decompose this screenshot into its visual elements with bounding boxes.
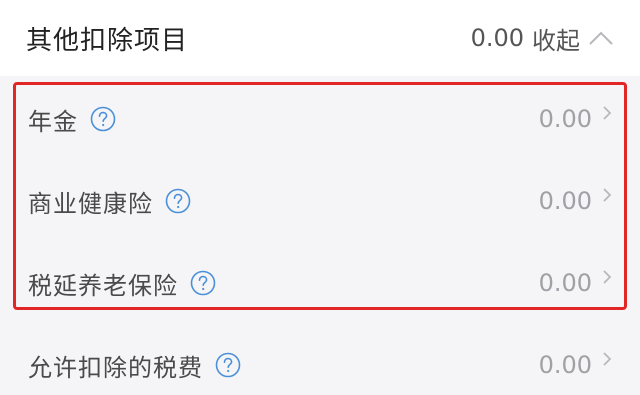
item-label: 年金 [28,107,78,136]
section-total-amount: 0.00 [470,24,524,52]
chevron-right-icon [603,270,612,284]
help-icon[interactable] [190,270,216,296]
header-summary[interactable]: 0.00 收起 [471,21,614,56]
item-label: 商业健康险 [28,189,153,218]
item-value: 0.00 [538,351,592,379]
chevron-right-icon [603,106,612,120]
chevron-right-icon [603,352,612,366]
collapse-label[interactable]: 收起 [532,21,580,56]
item-label: 允许扣除的税费 [28,353,203,382]
item-value: 0.00 [538,269,592,297]
help-icon[interactable] [215,352,241,378]
list-item-deductible-taxes[interactable]: 允许扣除的税费 0.00 [0,324,640,395]
list-item-tax-deferred-pension-insurance[interactable]: 税延养老保险 0.00 [0,242,640,324]
list-item-annuity[interactable]: 年金 0.00 [0,78,640,160]
item-value: 0.00 [538,105,592,133]
help-icon[interactable] [90,106,116,132]
other-deductions-header[interactable]: 其他扣除项目 0.00 收起 [0,0,640,76]
deduction-page: 其他扣除项目 0.00 收起 年金 0.00 商业健康险 0.00 税延养老保险… [0,0,640,395]
help-icon[interactable] [165,188,191,214]
list-item-commercial-health-insurance[interactable]: 商业健康险 0.00 [0,160,640,242]
chevron-right-icon [603,188,612,202]
item-value: 0.00 [538,187,592,215]
section-title: 其他扣除项目 [26,25,189,56]
item-label: 税延养老保险 [28,271,178,300]
chevron-up-icon[interactable] [588,28,614,48]
